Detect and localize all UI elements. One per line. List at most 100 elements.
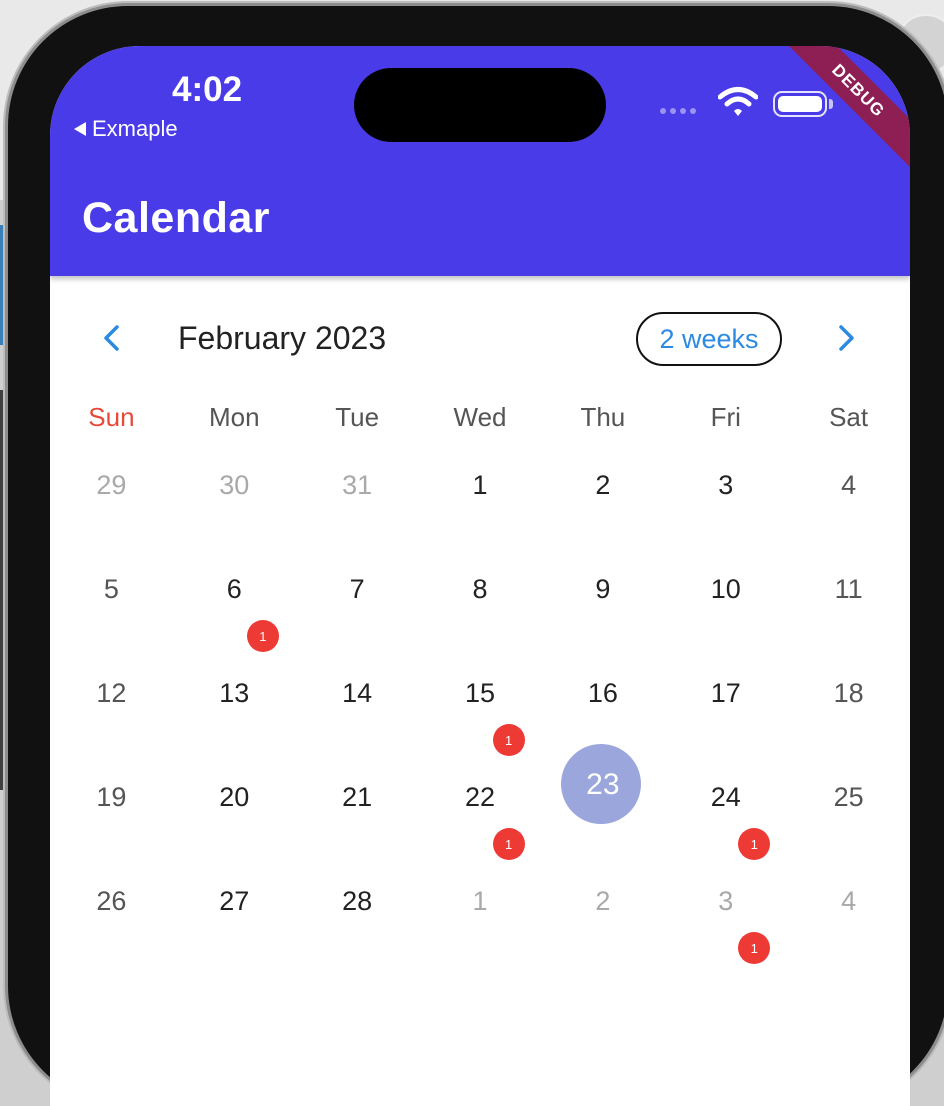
calendar-day[interactable]: 24 1 [664,748,787,860]
day-number: 1 [472,886,488,916]
app-bar: 4:02 Exmaple DEBUG Calendar [50,46,910,276]
calendar-day[interactable]: 3 [664,436,787,540]
day-number: 10 [710,574,741,604]
weekday-label: Fri [710,402,741,432]
calendar-day[interactable]: 11 [787,540,910,644]
calendar-day[interactable]: 61 [173,540,296,652]
day-number: 12 [96,678,127,708]
calendar-day[interactable]: 26 [50,852,173,956]
day-number: 14 [342,678,373,708]
weekday-label: Thu [580,402,626,432]
chevron-left-icon[interactable] [92,318,132,358]
day-number: 11 [834,574,863,604]
calendar-day[interactable]: 1 [419,852,542,956]
calendar-week-row: 26 27 28 1 2 3 1 4 [50,852,910,964]
day-number: 6 [226,574,242,604]
dynamic-island [354,68,606,142]
battery-cap [829,99,833,109]
day-number: 16 [587,678,618,708]
wifi-icon [718,87,758,116]
weekday-label: Tue [335,402,380,432]
calendar-day[interactable]: 18 [787,644,910,748]
calendar-day[interactable]: 17 [664,644,787,748]
month-label: February 2023 [178,320,387,356]
calendar-day[interactable]: 4 [787,852,910,956]
day-number: 22 [464,782,496,812]
calendar-day[interactable]: 14 [296,644,419,748]
event-count-badge: 1 [738,932,771,964]
back-to-app-button[interactable]: Exmaple [74,116,178,142]
day-number: 8 [472,574,488,604]
day-number: 1 [472,470,488,500]
day-number: 21 [342,782,373,812]
day-number: 26 [96,886,127,916]
calendar-grid: 29 30 31 1 2 3 4 5 6 1 7 8 9 10 11 12 13 14 15 1 16 17 18 19 20 2… [50,436,910,964]
weekday-label: Wed [453,402,507,432]
weekday-label: Mon [209,402,260,432]
day-number: 15 [464,678,496,708]
day-number: 4 [841,470,857,500]
calendar-day[interactable]: 5 [50,540,173,644]
calendar-day[interactable]: 21 [296,748,419,852]
calendar-day[interactable]: 15 1 [419,644,542,756]
calendar-day[interactable]: 20 [173,748,296,852]
day-number: 29 [96,470,127,500]
calendar-day[interactable]: 31 [664,852,787,964]
status-time: 4:02 [172,70,243,109]
day-number: 13 [219,678,250,708]
calendar-day[interactable]: 9 [541,540,664,644]
day-number: 27 [219,886,250,916]
calendar-day[interactable]: 28 [296,852,419,956]
calendar-day[interactable]: 7 [296,540,419,644]
day-number: 24 [710,782,741,812]
day-number: 18 [833,678,864,708]
phone-screen: 4:02 Exmaple DEBUG Calendar February 202… [50,46,910,1106]
day-number: 17 [710,678,741,708]
calendar-day[interactable]: 29 [50,436,173,540]
calendar-day[interactable]: 8 [419,540,542,644]
calendar-day[interactable]: 27 [173,852,296,956]
calendar-day[interactable]: 22 1 [419,748,542,860]
calendar-day[interactable]: 1 [419,436,542,540]
calendar-week-row: 19 20 21 22 1 23 24 1 25 [50,744,910,860]
day-number: 19 [96,782,127,812]
calendar-day[interactable]: 25 [787,748,910,852]
day-number: 30 [219,470,250,500]
calendar-header: February 2023 2 weeks [50,308,910,372]
calendar-day[interactable]: 12 [50,644,173,748]
calendar-day[interactable]: 2 [541,436,664,540]
calendar-week-row: 5 6 1 7 8 9 10 11 [50,540,910,652]
calendar-week-row: 12 13 14 15 1 16 17 18 [50,644,910,756]
format-toggle-button[interactable]: 2 weeks [636,312,782,366]
calendar-day[interactable]: 2 [541,852,664,956]
calendar-day[interactable]: 16 [541,644,664,748]
day-number: 2 [595,886,611,916]
back-app-label: Exmaple [92,116,178,141]
back-arrow-icon [74,122,86,136]
calendar-day[interactable]: 31 [296,436,419,540]
day-number: 3 [718,470,734,500]
day-number: 25 [833,782,864,812]
weekday-label: Sat [829,402,869,432]
day-number: 20 [219,782,250,812]
cellular-signal-icon [660,108,696,114]
weekday-label: Sun [88,402,135,432]
battery-icon [773,91,827,117]
day-number: 23 [586,768,620,801]
calendar-day-today[interactable]: 23 [541,744,664,852]
phone-frame: 4:02 Exmaple DEBUG Calendar February 202… [8,6,944,1106]
day-number: 9 [595,574,611,604]
day-number: 5 [103,574,119,604]
calendar-day[interactable]: 10 [664,540,787,644]
calendar-day[interactable]: 19 [50,748,173,852]
chevron-right-icon[interactable] [826,318,866,358]
weekday-header-row: Sun Mon Tue Wed Thu Fri Sat [50,402,910,438]
day-number: 3 [718,886,734,916]
day-number: 2 [595,470,611,500]
day-number: 7 [349,574,365,604]
calendar-day[interactable]: 4 [787,436,910,540]
calendar-day[interactable]: 13 [173,644,296,748]
day-number: 28 [342,886,373,916]
calendar-day[interactable]: 30 [173,436,296,540]
page-title: Calendar [82,194,271,242]
